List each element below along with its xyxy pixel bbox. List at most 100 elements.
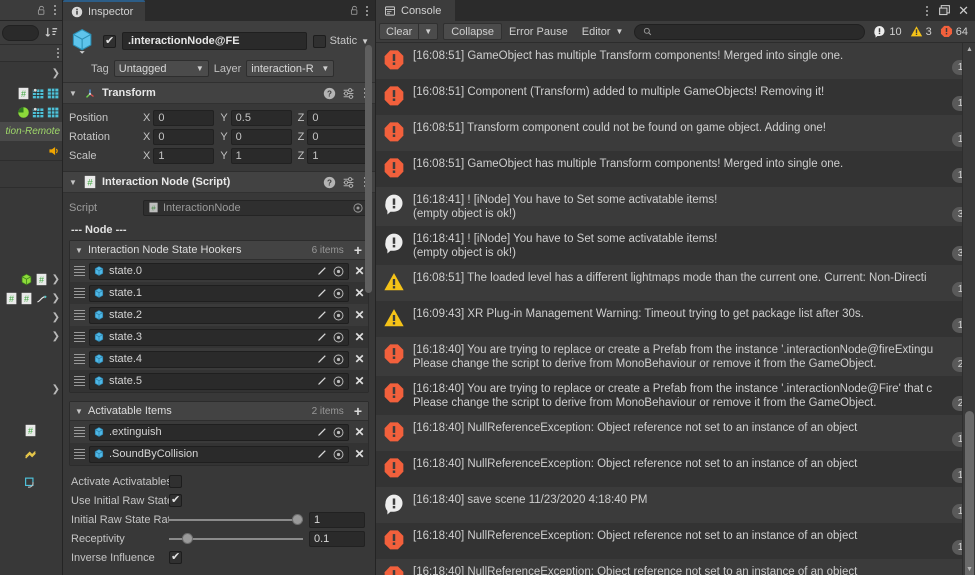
drag-handle-icon[interactable] <box>73 288 85 298</box>
drag-handle-icon[interactable] <box>73 427 85 437</box>
gameobject-enabled-checkbox[interactable] <box>103 34 116 48</box>
layer-dropdown[interactable]: interaction-R ▼ <box>246 60 335 77</box>
list-item[interactable]: state.4 ✕ <box>70 348 368 370</box>
list-item[interactable]: state.0 ✕ <box>70 260 368 282</box>
list-item[interactable]: state.2 ✕ <box>70 304 368 326</box>
help-icon[interactable]: ? <box>323 87 336 100</box>
console-scrollbar[interactable]: ▲ ▼ <box>962 43 975 575</box>
tab-inspector[interactable]: Inspector <box>63 0 146 21</box>
add-activatable-button[interactable]: + <box>354 404 365 418</box>
error-pause-button[interactable]: Error Pause <box>502 23 575 40</box>
remove-state-button[interactable]: ✕ <box>353 352 366 366</box>
edit-pencil-icon[interactable] <box>316 309 328 321</box>
drag-handle-icon[interactable] <box>73 266 85 276</box>
activatable-object-field[interactable]: .extinguish <box>89 423 349 441</box>
object-picker-icon[interactable] <box>332 309 345 322</box>
drag-handle-icon[interactable] <box>73 376 85 386</box>
edit-pencil-icon[interactable] <box>316 287 328 299</box>
console-menu-icon[interactable] <box>923 5 931 16</box>
edit-pencil-icon[interactable] <box>316 331 328 343</box>
object-picker-icon[interactable] <box>332 265 345 278</box>
hierarchy-row[interactable]: ❯ <box>0 308 62 327</box>
log-entry[interactable]: [16:08:51] Component (Transform) added t… <box>376 79 975 115</box>
edit-pencil-icon[interactable] <box>316 448 328 460</box>
remove-state-button[interactable]: ✕ <box>353 374 366 388</box>
hierarchy-row[interactable]: # <box>0 421 62 440</box>
chevron-right-icon[interactable]: ❯ <box>50 68 60 79</box>
rotation-y-input[interactable]: 0 <box>230 128 292 145</box>
state-object-field[interactable]: state.5 <box>89 372 349 390</box>
scroll-down-arrow-icon[interactable]: ▼ <box>963 563 975 575</box>
inspector-scrollbar-thumb[interactable] <box>365 45 372 293</box>
help-icon[interactable]: ? <box>323 176 336 189</box>
info-count[interactable]: 10 <box>869 25 905 38</box>
hierarchy-row[interactable] <box>0 440 62 468</box>
drag-handle-icon[interactable] <box>73 354 85 364</box>
console-search-input[interactable] <box>634 23 866 40</box>
position-y-input[interactable]: 0.5 <box>230 109 292 126</box>
script-object-field[interactable]: # InteractionNode <box>143 199 369 216</box>
initial-raw-state-ratio-input[interactable]: 1 <box>309 511 365 528</box>
clear-button[interactable]: Clear ▼ <box>379 23 439 40</box>
hierarchy-row[interactable]: # <box>0 84 62 103</box>
console-log-list[interactable]: [16:08:51] GameObject has multiple Trans… <box>376 43 975 575</box>
lock-icon[interactable] <box>349 5 360 16</box>
hierarchy-row-selected[interactable]: tion-Remote <box>0 122 62 141</box>
sort-icon[interactable] <box>42 24 60 42</box>
list-item[interactable]: state.3 ✕ <box>70 326 368 348</box>
hierarchy-menu-icon[interactable] <box>51 5 59 15</box>
hierarchy-row[interactable] <box>0 346 62 380</box>
chevron-down-icon[interactable]: ▼ <box>75 407 84 416</box>
list-item[interactable]: state.5 ✕ <box>70 370 368 392</box>
scale-x-input[interactable]: 1 <box>153 147 215 164</box>
log-entry[interactable]: [16:18:41] ! [iNode] You have to Set som… <box>376 226 975 265</box>
rotation-z-input[interactable]: 0 <box>307 128 369 145</box>
preset-icon[interactable] <box>342 87 355 100</box>
hierarchy-row[interactable] <box>0 212 62 236</box>
object-picker-icon[interactable] <box>352 202 364 214</box>
receptivity-input[interactable]: 0.1 <box>309 530 365 547</box>
remove-state-button[interactable]: ✕ <box>353 330 366 344</box>
inspector-menu-icon[interactable] <box>363 5 371 16</box>
hierarchy-row[interactable] <box>0 236 62 270</box>
edit-pencil-icon[interactable] <box>316 265 328 277</box>
lock-icon[interactable] <box>36 5 47 16</box>
drag-handle-icon[interactable] <box>73 310 85 320</box>
static-checkbox[interactable] <box>312 34 326 48</box>
rotation-x-input[interactable]: 0 <box>153 128 215 145</box>
transform-header[interactable]: ▼ Transform ? <box>63 83 375 104</box>
log-entry[interactable]: [16:08:51] Transform component could not… <box>376 115 975 151</box>
hierarchy-row[interactable]: ❯ <box>0 62 62 84</box>
gameobject-name-input[interactable]: .interactionNode@FE <box>122 32 307 50</box>
drag-handle-icon[interactable] <box>73 449 85 459</box>
position-z-input[interactable]: 0 <box>307 109 369 126</box>
collapse-button[interactable]: Collapse <box>443 23 503 40</box>
remove-activatable-button[interactable]: ✕ <box>353 447 366 461</box>
log-entry[interactable]: [16:18:40] NullReferenceException: Objec… <box>376 559 975 575</box>
remove-state-button[interactable]: ✕ <box>353 308 366 322</box>
scale-y-input[interactable]: 1 <box>230 147 292 164</box>
chevron-right-icon[interactable]: ❯ <box>50 293 60 304</box>
hierarchy-search-input[interactable] <box>2 24 39 41</box>
log-entry[interactable]: [16:18:40] You are trying to replace or … <box>376 376 975 415</box>
hierarchy-row[interactable] <box>0 103 62 122</box>
hierarchy-row[interactable]: # # ❯ <box>0 289 62 308</box>
remove-activatable-button[interactable]: ✕ <box>353 425 366 439</box>
log-entry[interactable]: [16:18:40] You are trying to replace or … <box>376 337 975 376</box>
state-object-field[interactable]: state.1 <box>89 284 349 302</box>
close-icon[interactable]: ✕ <box>958 4 969 17</box>
gameobject-cube-icon[interactable] <box>69 27 97 55</box>
hierarchy-row[interactable]: ❯ <box>0 380 62 399</box>
log-entry[interactable]: [16:18:40] NullReferenceException: Objec… <box>376 523 975 559</box>
log-entry[interactable]: [16:08:51] GameObject has multiple Trans… <box>376 43 975 79</box>
state-object-field[interactable]: state.4 <box>89 350 349 368</box>
chevron-right-icon[interactable]: ❯ <box>50 312 60 323</box>
activate-activatables-checkbox[interactable] <box>169 475 182 488</box>
scroll-up-arrow-icon[interactable]: ▲ <box>963 43 975 55</box>
warning-count[interactable]: 3 <box>906 25 936 38</box>
log-entry[interactable]: [16:08:51] GameObject has multiple Trans… <box>376 151 975 187</box>
chevron-right-icon[interactable]: ❯ <box>50 384 60 395</box>
object-picker-icon[interactable] <box>332 353 345 366</box>
chevron-down-icon[interactable]: ▼ <box>69 89 78 98</box>
editor-dropdown[interactable]: Editor ▼ <box>575 23 631 40</box>
